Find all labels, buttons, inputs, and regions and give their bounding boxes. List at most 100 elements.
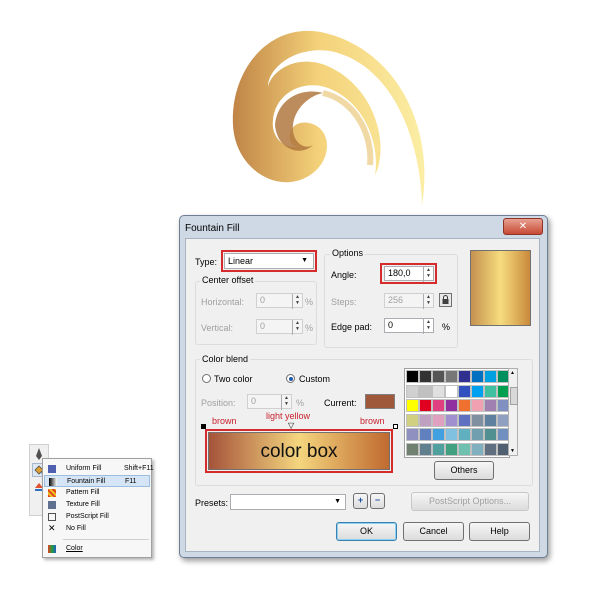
palette-swatch[interactable] xyxy=(458,442,471,456)
gradient-end-marker[interactable] xyxy=(393,424,398,429)
palette-swatch[interactable] xyxy=(484,428,497,441)
palette-swatch[interactable] xyxy=(406,370,419,383)
palette-swatch[interactable] xyxy=(406,413,419,427)
two-color-radio[interactable] xyxy=(202,374,211,383)
edge-pad-label: Edge pad: xyxy=(331,322,373,332)
annotation-left: brown xyxy=(212,416,237,426)
palette-swatch[interactable] xyxy=(484,442,497,456)
color-box-highlight xyxy=(205,429,393,473)
presets-select[interactable]: ▼ xyxy=(230,494,346,510)
color-blend-title: Color blend xyxy=(200,354,251,364)
scroll-up-icon[interactable]: ▲ xyxy=(510,370,515,376)
color-icon xyxy=(48,545,56,553)
palette-swatch[interactable] xyxy=(484,399,497,412)
horizontal-unit: % xyxy=(305,297,314,307)
palette-swatch[interactable] xyxy=(432,370,445,383)
palette-swatch[interactable] xyxy=(445,428,458,441)
palette-swatch[interactable] xyxy=(419,384,432,398)
scroll-down-icon[interactable]: ▼ xyxy=(510,448,515,454)
palette-swatch[interactable] xyxy=(445,384,458,398)
center-offset-title: Center offset xyxy=(200,275,256,285)
menu-item-postscript-fill[interactable]: PostScript Fill xyxy=(44,511,150,523)
palette-swatch[interactable] xyxy=(458,370,471,383)
color-palette[interactable] xyxy=(404,368,510,458)
palette-swatch[interactable] xyxy=(471,413,484,427)
pattern-fill-icon xyxy=(48,489,56,497)
current-color-swatch[interactable] xyxy=(365,394,395,409)
chevron-down-icon: ▼ xyxy=(334,498,341,505)
vertical-label: Vertical: xyxy=(201,323,234,333)
fountain-fill-icon xyxy=(49,478,57,486)
palette-swatch[interactable] xyxy=(432,384,445,398)
menu-item-pattern-fill[interactable]: Pattern Fill xyxy=(44,487,150,499)
horizontal-spinner[interactable]: ▲ ▼ xyxy=(292,294,302,309)
cancel-button[interactable]: Cancel xyxy=(403,522,464,541)
palette-swatch[interactable] xyxy=(432,399,445,412)
palette-swatch[interactable] xyxy=(406,384,419,398)
position-spinner[interactable]: ▲ ▼ xyxy=(281,395,291,410)
palette-swatch[interactable] xyxy=(445,442,458,456)
palette-swatch[interactable] xyxy=(484,413,497,427)
custom-radio[interactable] xyxy=(286,374,295,383)
palette-swatch[interactable] xyxy=(471,370,484,383)
edge-pad-input[interactable]: 0 ▲ ▼ xyxy=(384,318,434,334)
palette-swatch[interactable] xyxy=(419,370,432,383)
palette-swatch[interactable] xyxy=(432,428,445,441)
palette-swatch[interactable] xyxy=(406,442,419,456)
steps-label: Steps: xyxy=(331,297,357,307)
add-preset-button[interactable]: + xyxy=(353,493,368,509)
steps-spinner[interactable]: ▲ ▼ xyxy=(423,294,433,309)
palette-swatch[interactable] xyxy=(419,413,432,427)
palette-swatch[interactable] xyxy=(458,413,471,427)
annotation-right: brown xyxy=(360,416,385,426)
position-input[interactable]: 0 ▲ ▼ xyxy=(247,394,292,410)
texture-fill-icon xyxy=(48,501,56,509)
menu-item-texture-fill[interactable]: Texture Fill xyxy=(44,499,150,511)
menu-item-fountain-fill[interactable]: Fountain Fill F11 xyxy=(44,475,150,487)
vertical-spinner[interactable]: ▲ ▼ xyxy=(292,320,302,335)
menu-item-no-fill[interactable]: ✕ No Fill xyxy=(44,523,150,535)
lock-icon[interactable] xyxy=(439,293,452,307)
palette-swatch[interactable] xyxy=(419,442,432,456)
palette-swatch[interactable] xyxy=(484,370,497,383)
palette-swatch[interactable] xyxy=(406,428,419,441)
current-label: Current: xyxy=(324,398,357,408)
scroll-thumb[interactable] xyxy=(510,387,518,405)
palette-swatch[interactable] xyxy=(471,442,484,456)
others-button[interactable]: Others xyxy=(434,461,494,480)
palette-swatch[interactable] xyxy=(432,442,445,456)
vertical-input[interactable]: 0 ▲ ▼ xyxy=(256,319,303,335)
close-button[interactable]: ✕ xyxy=(503,218,543,235)
fill-flyout-menu: Uniform Fill Shift+F11 Fountain Fill F11… xyxy=(42,458,154,558)
menu-item-uniform-fill[interactable]: Uniform Fill Shift+F11 xyxy=(44,463,154,475)
ok-button[interactable]: OK xyxy=(336,522,397,541)
palette-swatch[interactable] xyxy=(458,428,471,441)
palette-scrollbar[interactable]: ▲ ▼ xyxy=(508,368,518,456)
edge-pad-spinner[interactable]: ▲ ▼ xyxy=(423,319,433,334)
swirl-artwork xyxy=(232,30,425,205)
palette-swatch[interactable] xyxy=(471,428,484,441)
palette-swatch[interactable] xyxy=(419,428,432,441)
palette-swatch[interactable] xyxy=(471,399,484,412)
type-label: Type: xyxy=(195,257,218,267)
steps-input[interactable]: 256 ▲ ▼ xyxy=(384,293,434,309)
postscript-options-button[interactable]: PostScript Options... xyxy=(411,492,529,511)
horizontal-label: Horizontal: xyxy=(201,297,245,307)
help-button[interactable]: Help xyxy=(469,522,530,541)
no-fill-icon: ✕ xyxy=(48,523,56,533)
edge-pad-unit: % xyxy=(442,322,451,332)
palette-swatch[interactable] xyxy=(432,413,445,427)
remove-preset-button[interactable]: − xyxy=(370,493,385,509)
palette-swatch[interactable] xyxy=(484,384,497,398)
palette-swatch[interactable] xyxy=(445,399,458,412)
palette-swatch[interactable] xyxy=(445,370,458,383)
position-unit: % xyxy=(296,398,305,408)
horizontal-input[interactable]: 0 ▲ ▼ xyxy=(256,293,303,309)
palette-swatch[interactable] xyxy=(445,413,458,427)
palette-swatch[interactable] xyxy=(419,399,432,412)
palette-swatch[interactable] xyxy=(458,399,471,412)
palette-swatch[interactable] xyxy=(406,399,419,412)
palette-swatch[interactable] xyxy=(458,384,471,398)
palette-swatch[interactable] xyxy=(471,384,484,398)
menu-item-color[interactable]: Color xyxy=(44,543,150,555)
